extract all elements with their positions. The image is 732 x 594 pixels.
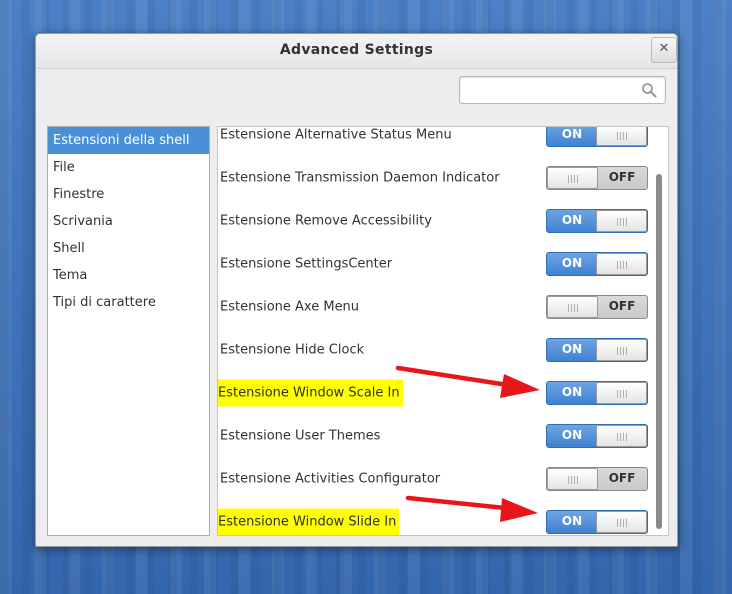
toggle-state-label: OFF (608, 169, 636, 184)
toggle-state-label: ON (561, 513, 583, 528)
extension-label: Estensione User Themes (220, 428, 381, 443)
extension-toggle[interactable]: OFF (546, 294, 648, 319)
grip-icon (568, 475, 578, 484)
extension-row: Estensione SettingsCenter ON (218, 242, 658, 285)
sidebar-item[interactable]: Shell (48, 235, 209, 262)
toggle-knob[interactable] (596, 510, 647, 533)
extension-label: Estensione Hide Clock (220, 342, 365, 357)
extension-label: Estensione SettingsCenter (220, 256, 393, 271)
close-button[interactable]: ✕ (651, 37, 677, 63)
search-field[interactable] (459, 76, 666, 104)
scrollbar[interactable] (656, 174, 662, 529)
extension-label: Estensione Axe Menu (220, 299, 360, 314)
extension-label: Estensione Alternative Status Menu (220, 127, 452, 142)
toggle-knob[interactable] (547, 166, 598, 189)
sidebar-item[interactable]: Tipi di carattere (48, 289, 209, 316)
toggle-knob[interactable] (596, 424, 647, 447)
close-icon: ✕ (658, 41, 670, 56)
extension-toggle[interactable]: ON (546, 509, 648, 534)
toggle-state-label: ON (561, 126, 583, 141)
extension-row: Estensione Window Scale In ON (218, 371, 658, 414)
search-input[interactable] (464, 80, 638, 100)
sidebar-item[interactable]: Tema (48, 262, 209, 289)
toggle-state-label: ON (561, 341, 583, 356)
sidebar-item[interactable]: File (48, 154, 209, 181)
extension-label: Estensione Window Scale In (218, 379, 403, 406)
toggle-knob[interactable] (596, 127, 647, 146)
extension-toggle[interactable]: ON (546, 126, 648, 147)
grip-icon (617, 346, 627, 355)
extension-row: Estensione Axe Menu OFF (218, 285, 658, 328)
grip-icon (568, 303, 578, 312)
extension-toggle[interactable]: ON (546, 208, 648, 233)
toggle-knob[interactable] (596, 381, 647, 404)
extension-label: Estensione Transmission Daemon Indicator (220, 170, 500, 185)
sidebar-item[interactable]: Estensioni della shell (48, 127, 209, 154)
grip-icon (617, 518, 627, 527)
extension-label: Estensione Remove Accessibility (220, 213, 432, 228)
extension-row: Estensione Hide Clock ON (218, 328, 658, 371)
advanced-settings-window: Advanced Settings ✕ Estensioni della she… (35, 33, 678, 547)
toggle-state-label: ON (561, 427, 583, 442)
extension-toggle[interactable]: OFF (546, 466, 648, 491)
extension-toggle[interactable]: OFF (546, 165, 648, 190)
extension-toggle[interactable]: ON (546, 337, 648, 362)
toggle-knob[interactable] (596, 252, 647, 275)
extension-row: Estensione Alternative Status Menu ON (218, 126, 658, 156)
extension-row: Estensione Activities Configurator OFF (218, 457, 658, 500)
grip-icon (568, 174, 578, 183)
grip-icon (617, 389, 627, 398)
extension-toggle[interactable]: ON (546, 251, 648, 276)
grip-icon (617, 260, 627, 269)
grip-icon (617, 432, 627, 441)
toggle-knob[interactable] (547, 295, 598, 318)
toggle-knob[interactable] (596, 209, 647, 232)
sidebar-item[interactable]: Finestre (48, 181, 209, 208)
extension-row: Estensione Window Slide In ON (218, 500, 658, 535)
toggle-state-label: ON (561, 384, 583, 399)
extension-label: Estensione Window Slide In (218, 508, 400, 535)
window-title: Advanced Settings (279, 42, 434, 58)
toggle-state-label: OFF (608, 470, 636, 485)
titlebar: Advanced Settings ✕ (36, 34, 677, 69)
category-sidebar: Estensioni della shell File Finestre Scriva… (47, 126, 210, 536)
toggle-state-label: ON (561, 212, 583, 227)
extension-label: Estensione Activities Configurator (220, 471, 441, 486)
extensions-list: Estensione Alternative Status Menu ON Este… (217, 126, 669, 536)
toggle-state-label: OFF (608, 298, 636, 313)
extension-toggle[interactable]: ON (546, 380, 648, 405)
toggle-knob[interactable] (596, 338, 647, 361)
extension-toggle[interactable]: ON (546, 423, 648, 448)
grip-icon (617, 217, 627, 226)
extension-row: Estensione Transmission Daemon Indicator… (218, 156, 658, 199)
extension-row: Estensione User Themes ON (218, 414, 658, 457)
extension-row: Estensione Remove Accessibility ON (218, 199, 658, 242)
search-icon (642, 83, 657, 98)
toggle-state-label: ON (561, 255, 583, 270)
toggle-knob[interactable] (547, 467, 598, 490)
grip-icon (617, 131, 627, 140)
sidebar-item[interactable]: Scrivania (48, 208, 209, 235)
